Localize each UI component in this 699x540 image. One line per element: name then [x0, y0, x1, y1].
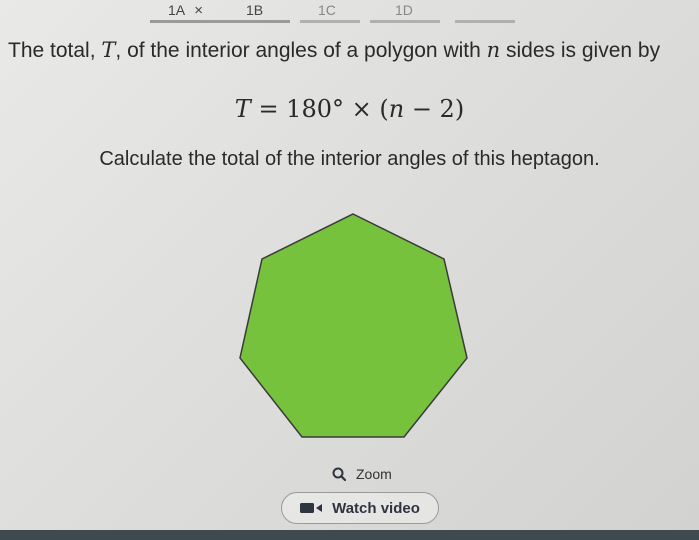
tab-1a-label: 1A: [168, 2, 185, 18]
video-camera-icon: [300, 503, 323, 513]
tab-1c-label: 1C: [318, 2, 336, 18]
variable-n: n: [486, 38, 501, 62]
variable-t: T: [101, 38, 116, 62]
formula: T = 180° × (n − 2): [0, 95, 699, 123]
tab-1a-underline: [150, 20, 290, 23]
magnifier-icon: [332, 467, 346, 481]
question-text: The total, T, of the interior angles of …: [8, 38, 661, 62]
formula-var: n: [388, 95, 405, 123]
zoom-label: Zoom: [356, 466, 392, 482]
tab-1a-close-icon[interactable]: ×: [194, 2, 203, 19]
tab-1c-underline: [300, 20, 360, 23]
formula-rhs-prefix: = 180° × (: [250, 95, 389, 123]
tab-1d[interactable]: 1D: [395, 2, 413, 18]
tab-1d-underline: [370, 20, 440, 23]
tab-1b-label: 1B: [246, 2, 264, 18]
zoom-button[interactable]: Zoom: [332, 466, 392, 482]
tab-bar: 1A × 1B 1C 1D: [0, 0, 699, 26]
tab-1a[interactable]: 1A ×: [168, 2, 203, 19]
instruction-text: Calculate the total of the interior angl…: [99, 148, 600, 170]
watch-video-label: Watch video: [332, 499, 420, 517]
heptagon-shape: [239, 213, 468, 438]
tab-more-underline: [455, 20, 515, 23]
tab-1b[interactable]: 1B: [246, 2, 263, 18]
formula-rhs-suffix: − 2): [404, 95, 465, 123]
tab-1c[interactable]: 1C: [318, 2, 336, 18]
formula-lhs: T: [234, 95, 251, 123]
tab-1d-label: 1D: [395, 2, 413, 18]
watch-video-button[interactable]: Watch video: [281, 492, 439, 524]
heptagon-polygon: [239, 213, 468, 438]
bottom-bar: [0, 530, 699, 540]
